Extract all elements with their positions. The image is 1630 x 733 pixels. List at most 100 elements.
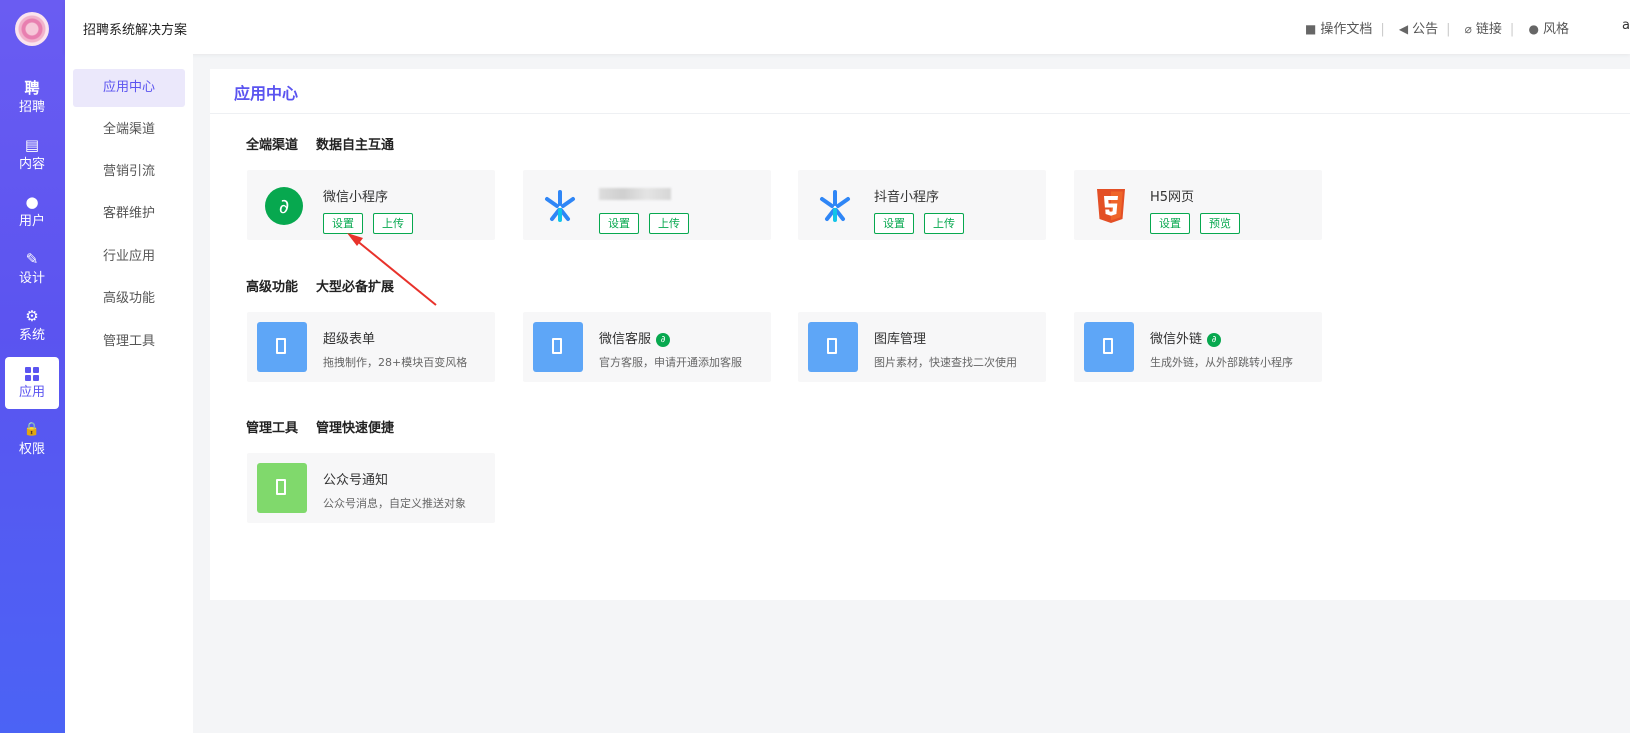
upload-button[interactable]: 上传 — [373, 213, 413, 234]
style-label: 风格 — [1542, 22, 1569, 37]
blue-star-icon — [816, 187, 854, 225]
upload-button[interactable]: 上传 — [649, 213, 689, 234]
nav-item-permissions[interactable]: 🔒 权限 — [5, 414, 59, 466]
user-icon: ● — [25, 193, 39, 211]
section-title: 管理工具 — [246, 421, 299, 436]
upload-button[interactable]: 上传 — [924, 213, 964, 234]
user-menu[interactable]: a — [1622, 18, 1630, 33]
nav-item-apps[interactable]: 应用 — [5, 357, 59, 409]
link-link[interactable]: ⌀ 链接 — [1465, 18, 1502, 37]
channel-card-h5: H5网页 设置 预览 — [1074, 170, 1322, 240]
sub-navigation: 应用中心 全端渠道 营销引流 客群维护 行业应用 高级功能 管理工具 — [65, 54, 193, 733]
channel-card-wechat-miniprogram: ∂ 微信小程序 设置 上传 — [247, 170, 495, 240]
subnav-item-advanced[interactable]: 高级功能 — [73, 280, 185, 318]
section-title-advanced: 高级功能 大型必备扩展 — [246, 276, 394, 295]
subnav-item-industry[interactable]: 行业应用 — [73, 238, 185, 276]
subnav-item-customers[interactable]: 客群维护 — [73, 195, 185, 233]
card-name: 微信客服 ∂ — [599, 328, 671, 347]
card-name: 微信外链 ∂ — [1150, 328, 1222, 347]
top-bar: 招聘系统解决方案 ■ 操作文档 | ◀ 公告 | ⌀ 链接 | ● 风格 a — [65, 0, 1630, 54]
nav-label: 系统 — [18, 328, 45, 343]
brush-icon: ✎ — [25, 250, 39, 268]
card-desc: 拖拽制作，28+模块百变风格 — [323, 356, 468, 369]
card-desc: 官方客服，申请开通添加客服 — [599, 356, 742, 369]
channel-card-blurred: 设置 上传 — [523, 170, 771, 240]
card-name: 微信小程序 — [323, 190, 389, 205]
card-name: 图库管理 — [874, 332, 927, 347]
style-link[interactable]: ● 风格 — [1528, 18, 1569, 37]
section-subtitle: 数据自主互通 — [316, 138, 395, 153]
document-icon: ▤ — [24, 136, 40, 154]
settings-button[interactable]: 设置 — [323, 213, 363, 234]
divider — [210, 113, 1630, 114]
settings-button[interactable]: 设置 — [1150, 213, 1190, 234]
subnav-item-tools[interactable]: 管理工具 — [73, 323, 185, 361]
nav-label: 内容 — [18, 157, 45, 172]
section-subtitle: 管理快速便捷 — [316, 421, 395, 436]
channel-card-douyin-miniprogram: 抖音小程序 设置 上传 — [798, 170, 1046, 240]
nav-item-content[interactable]: ▤ 内容 — [5, 129, 59, 181]
app-card-wechat-service[interactable]: 微信客服 ∂ 官方客服，申请开通添加客服 — [523, 312, 771, 382]
html5-icon — [1092, 187, 1130, 225]
link-badge-icon: ∂ — [1207, 333, 1222, 347]
nav-item-recruit[interactable]: 聘 招聘 — [5, 72, 59, 124]
nav-label: 用户 — [18, 214, 45, 229]
card-name: 抖音小程序 — [874, 190, 940, 205]
app-card-gallery[interactable]: 图库管理 图片素材，快速查找二次使用 — [798, 312, 1046, 382]
grid-icon — [5, 362, 59, 384]
card-name: 超级表单 — [323, 332, 376, 347]
settings-button[interactable]: 设置 — [874, 213, 914, 234]
external-link-icon — [1084, 322, 1134, 372]
card-name: 公众号通知 — [323, 473, 389, 488]
section-title: 高级功能 — [246, 280, 299, 295]
app-logo[interactable] — [15, 12, 49, 46]
page-title: 应用中心 — [234, 84, 299, 103]
nav-item-users[interactable]: ● 用户 — [5, 186, 59, 238]
service-icon — [533, 322, 583, 372]
section-title-channels: 全端渠道 数据自主互通 — [246, 134, 394, 153]
paperclip-icon: ⌀ — [1464, 22, 1472, 36]
palette-icon: ● — [1528, 22, 1539, 36]
app-card-super-form[interactable]: 超级表单 拖拽制作，28+模块百变风格 — [247, 312, 495, 382]
card-name — [599, 186, 671, 201]
gallery-icon — [808, 322, 858, 372]
speaker-icon: ◀ — [1398, 22, 1409, 36]
app-card-wechat-external-link[interactable]: 微信外链 ∂ 生成外链，从外部跳转小程序 — [1074, 312, 1322, 382]
subnav-item-marketing[interactable]: 营销引流 — [73, 153, 185, 191]
redacted-name — [599, 187, 671, 200]
app-title: 招聘系统解决方案 — [83, 23, 188, 38]
nav-label: 权限 — [18, 442, 45, 457]
wechat-miniprogram-icon: ∂ — [265, 187, 303, 225]
left-navigation: 聘 招聘 ▤ 内容 ● 用户 ✎ 设计 ⚙ 系统 应用 🔒 权限 — [0, 0, 65, 733]
nav-item-design[interactable]: ✎ 设计 — [5, 243, 59, 295]
gear-icon: ⚙ — [25, 307, 39, 325]
notice-icon — [257, 463, 307, 513]
app-card-official-account-notice[interactable]: 公众号通知 公众号消息，自定义推送对象 — [247, 453, 495, 523]
blue-star-icon — [541, 187, 579, 225]
nav-item-system[interactable]: ⚙ 系统 — [5, 300, 59, 352]
subnav-item-app-center[interactable]: 应用中心 — [73, 69, 185, 107]
recruit-icon: 聘 — [24, 79, 40, 97]
nav-label: 应用 — [18, 385, 45, 400]
link-badge-icon: ∂ — [656, 333, 671, 347]
header-links: ■ 操作文档 | ◀ 公告 | ⌀ 链接 | ● 风格 — [1305, 18, 1577, 37]
docs-link[interactable]: ■ 操作文档 — [1305, 18, 1372, 37]
app-center-panel: 应用中心 全端渠道 数据自主互通 ∂ 微信小程序 设置 上传 设置 上传 抖音小… — [210, 69, 1630, 600]
section-title: 全端渠道 — [246, 138, 299, 153]
notice-link[interactable]: ◀ 公告 — [1399, 18, 1438, 37]
nav-label: 设计 — [18, 271, 45, 286]
card-desc: 公众号消息，自定义推送对象 — [323, 497, 466, 510]
lock-icon: 🔒 — [23, 422, 41, 437]
docs-label: 操作文档 — [1320, 22, 1373, 37]
form-icon — [257, 322, 307, 372]
link-label: 链接 — [1475, 22, 1502, 37]
subnav-item-channels[interactable]: 全端渠道 — [73, 111, 185, 149]
card-desc: 图片素材，快速查找二次使用 — [874, 356, 1017, 369]
section-subtitle: 大型必备扩展 — [316, 280, 395, 295]
preview-button[interactable]: 预览 — [1200, 213, 1240, 234]
settings-button[interactable]: 设置 — [599, 213, 639, 234]
notice-label: 公告 — [1412, 22, 1439, 37]
card-name: H5网页 — [1150, 190, 1195, 205]
folder-icon: ■ — [1305, 22, 1317, 36]
card-desc: 生成外链，从外部跳转小程序 — [1150, 356, 1293, 369]
